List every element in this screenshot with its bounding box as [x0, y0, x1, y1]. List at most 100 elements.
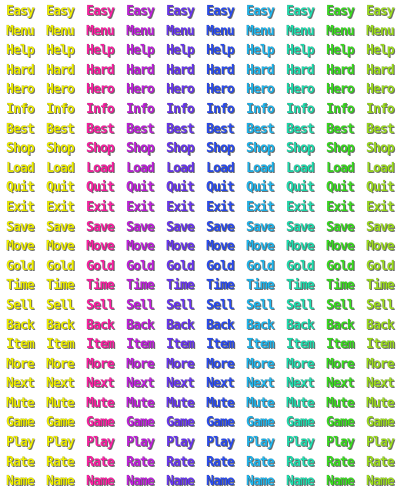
word-sprite: Quit	[366, 180, 395, 196]
word-sprite: Play	[166, 435, 195, 451]
word-sprite: Best	[6, 121, 35, 137]
word-sprite: Play	[326, 435, 355, 451]
word-sprite: Time	[286, 278, 315, 294]
word-sprite: Name	[6, 474, 35, 490]
word-sprite: Name	[46, 474, 75, 490]
word-sprite: Name	[86, 474, 115, 490]
word-sprite: Hero	[166, 82, 195, 98]
word-sprite: Sell	[206, 297, 235, 313]
word-sprite: Hard	[246, 62, 275, 78]
word-sprite: Game	[366, 415, 395, 431]
word-sprite: Gold	[126, 258, 155, 274]
word-sprite: Time	[326, 278, 355, 294]
word-sprite: Load	[366, 160, 395, 176]
word-sprite: Sell	[166, 297, 195, 313]
word-sprite: Quit	[6, 180, 35, 196]
word-row-exit: Exit Exit Exit Exit Exit Exit Exit Exit Exit Exit	[0, 198, 400, 218]
word-sprite: Name	[326, 474, 355, 490]
word-sprite: Time	[166, 278, 195, 294]
word-sprite: Hero	[86, 82, 115, 98]
word-sprite: Help	[86, 43, 115, 59]
word-sprite: Best	[86, 121, 115, 137]
word-sprite: Help	[6, 43, 35, 59]
word-sprite: Easy	[286, 4, 315, 19]
word-sprite: Shop	[166, 141, 195, 157]
word-sprite: Hard	[286, 62, 315, 78]
word-sprite: Save	[366, 219, 395, 235]
word-sprite: Mute	[286, 395, 315, 411]
word-sprite: Exit	[46, 199, 75, 215]
word-sprite: Best	[326, 121, 355, 137]
word-sprite: Game	[46, 415, 75, 431]
word-sprite: Rate	[166, 454, 195, 470]
word-sprite: Item	[126, 337, 155, 353]
word-row-play: Play Play Play Play Play Play Play Play Play Play	[0, 433, 400, 453]
word-sprite: Best	[166, 121, 195, 137]
word-sprite: Info	[206, 101, 235, 117]
word-sprite: Hard	[86, 62, 115, 78]
word-sprite: Menu	[166, 23, 195, 39]
word-sprite: Play	[126, 435, 155, 451]
word-sprite: Move	[126, 239, 155, 255]
word-sprite: Game	[246, 415, 275, 431]
word-row-move: Move Move Move Move Move Move Move Move Move Move	[0, 237, 400, 257]
word-sprite: Help	[46, 43, 75, 59]
word-row-best: Best Best Best Best Best Best Best Best Best Best	[0, 120, 400, 140]
word-sprite: Menu	[126, 23, 155, 39]
word-sprite: Next	[286, 376, 315, 392]
word-sprite: Next	[46, 376, 75, 392]
word-sprite: Menu	[326, 23, 355, 39]
word-sprite: Back	[6, 317, 35, 333]
word-sprite: Help	[326, 43, 355, 59]
word-sprite: Load	[46, 160, 75, 176]
word-sprite: Back	[366, 317, 395, 333]
word-sprite: Easy	[6, 4, 35, 19]
word-sprite: Move	[86, 239, 115, 255]
word-sprite: Menu	[246, 23, 275, 39]
word-sprite: Hard	[6, 62, 35, 78]
word-sprite: Back	[166, 317, 195, 333]
word-sprite: Help	[206, 43, 235, 59]
word-sprite: Shop	[286, 141, 315, 157]
word-sprite: Hard	[166, 62, 195, 78]
word-sprite-sheet: Easy Easy Easy Easy Easy Easy Easy Easy Easy Easy…	[0, 2, 400, 492]
word-sprite: Name	[126, 474, 155, 490]
word-sprite: Time	[46, 278, 75, 294]
word-sprite: Exit	[246, 199, 275, 215]
word-sprite: Help	[366, 43, 395, 59]
word-sprite: Menu	[6, 23, 35, 39]
word-sprite: Shop	[206, 141, 235, 157]
word-sprite: Item	[46, 337, 75, 353]
word-sprite: Next	[366, 376, 395, 392]
word-row-menu: Menu Menu Menu Menu Menu Menu Menu Menu Menu Menu	[0, 22, 400, 42]
word-sprite: Exit	[206, 199, 235, 215]
word-row-more: More More More More More More More More More More	[0, 355, 400, 375]
word-sprite: More	[46, 356, 75, 372]
word-sprite: Help	[286, 43, 315, 59]
word-sprite: Gold	[206, 258, 235, 274]
word-sprite: Load	[166, 160, 195, 176]
word-sprite: Next	[86, 376, 115, 392]
word-sprite: Hero	[206, 82, 235, 98]
word-row-hero: Hero Hero Hero Hero Hero Hero Hero Hero Hero Hero	[0, 80, 400, 100]
word-sprite: Play	[366, 435, 395, 451]
word-sprite: Name	[166, 474, 195, 490]
word-sprite: Easy	[86, 4, 115, 19]
word-sprite: Load	[206, 160, 235, 176]
word-sprite: Shop	[366, 141, 395, 157]
word-sprite: Play	[86, 435, 115, 451]
word-row-name: Name Name Name Name Name Name Name Name Name Name	[0, 472, 400, 492]
word-sprite: Load	[126, 160, 155, 176]
word-sprite: Item	[246, 337, 275, 353]
word-sprite: Save	[166, 219, 195, 235]
word-sprite: Hero	[246, 82, 275, 98]
word-sprite: Game	[286, 415, 315, 431]
word-sprite: Hero	[46, 82, 75, 98]
word-sprite: Name	[246, 474, 275, 490]
word-sprite: Back	[46, 317, 75, 333]
word-sprite: Time	[246, 278, 275, 294]
word-sprite: Next	[6, 376, 35, 392]
word-sprite: Quit	[326, 180, 355, 196]
word-sprite: Exit	[166, 199, 195, 215]
word-sprite: Mute	[366, 395, 395, 411]
